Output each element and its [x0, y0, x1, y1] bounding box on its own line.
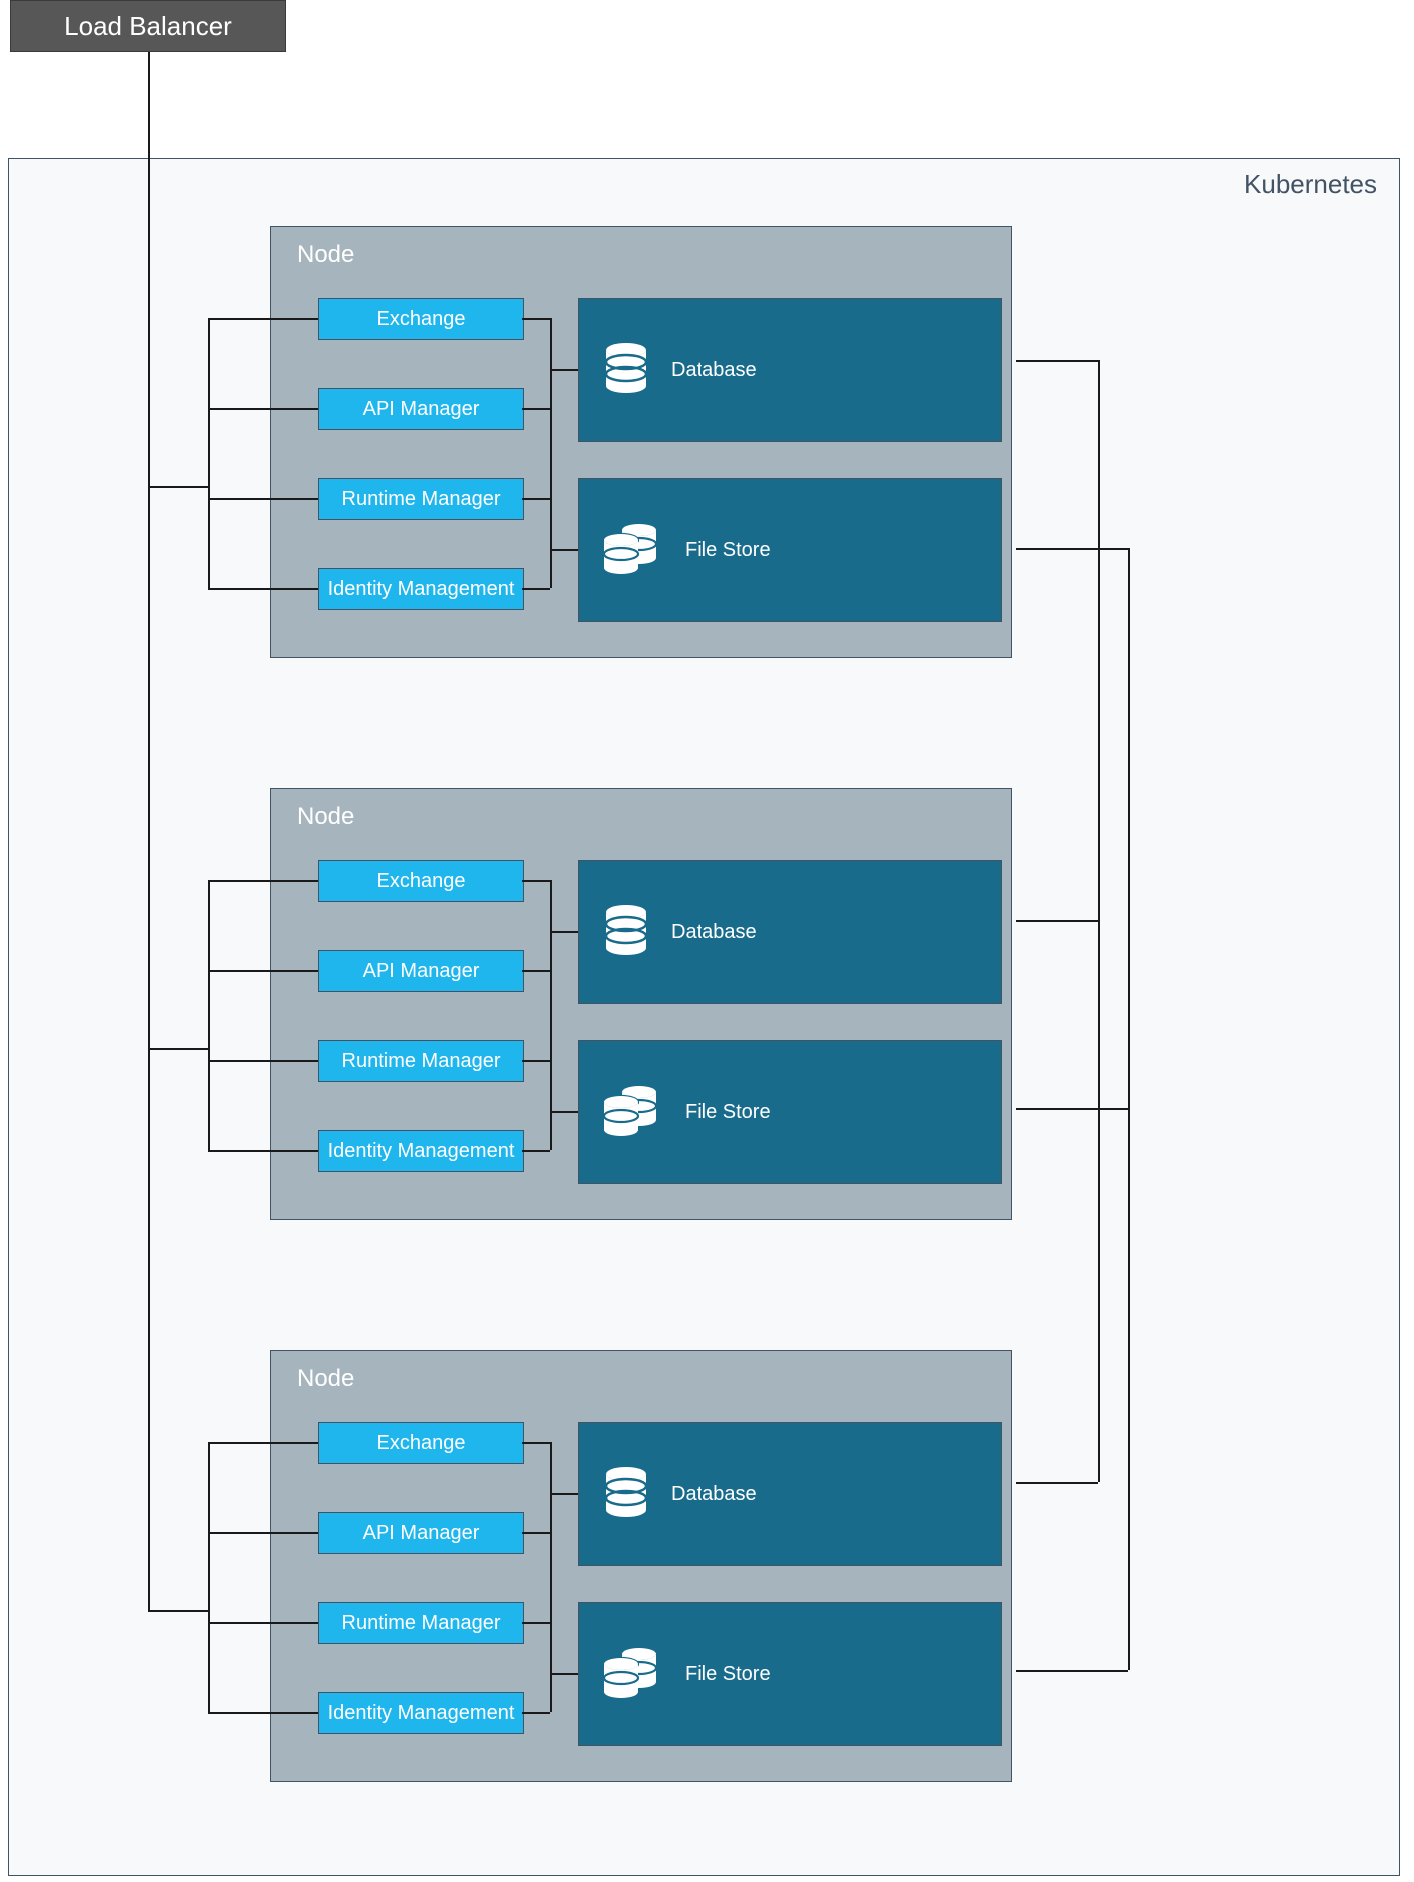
store-label: Database: [671, 1483, 757, 1506]
connector-horizontal: [522, 1712, 550, 1714]
connector-horizontal: [550, 369, 578, 371]
service-label: Runtime Manager: [342, 488, 501, 511]
service-label: Identity Management: [328, 578, 515, 601]
connector-horizontal: [208, 1060, 318, 1062]
connector-horizontal: [208, 318, 318, 320]
service-label: Exchange: [377, 308, 466, 331]
service-box: API Manager: [318, 950, 524, 992]
connector-horizontal: [148, 1048, 208, 1050]
connector-horizontal: [208, 588, 318, 590]
database-icon: [603, 1466, 649, 1522]
connector-vertical: [550, 1442, 552, 1712]
connector-vertical: [1128, 548, 1130, 1670]
service-box: Exchange: [318, 860, 524, 902]
service-label: Runtime Manager: [342, 1050, 501, 1073]
store-label: File Store: [685, 1663, 771, 1686]
service-label: Identity Management: [328, 1140, 515, 1163]
service-label: Exchange: [377, 1432, 466, 1455]
connector-horizontal: [522, 1060, 550, 1062]
connector-horizontal: [550, 1673, 578, 1675]
kubernetes-title: Kubernetes: [1244, 169, 1377, 200]
connector-horizontal: [522, 880, 550, 882]
connector-horizontal: [208, 408, 318, 410]
connector-horizontal: [208, 1622, 318, 1624]
service-box: Identity Management: [318, 568, 524, 610]
service-box: Identity Management: [318, 1692, 524, 1734]
service-box: Runtime Manager: [318, 478, 524, 520]
file-store-box: File Store: [578, 1602, 1002, 1746]
load-balancer-label: Load Balancer: [64, 11, 232, 42]
file-store-icon: [603, 1084, 663, 1140]
service-box: API Manager: [318, 388, 524, 430]
connector-horizontal: [550, 1111, 578, 1113]
file-store-icon: [603, 1646, 663, 1702]
connector-horizontal: [550, 1493, 578, 1495]
connector-horizontal: [208, 880, 318, 882]
connector-horizontal: [522, 1150, 550, 1152]
node-title: Node: [297, 241, 354, 269]
connector-horizontal: [522, 408, 550, 410]
connector-horizontal: [522, 318, 550, 320]
connector-horizontal: [208, 1532, 318, 1534]
file-store-icon: [603, 522, 663, 578]
connector-horizontal: [208, 1150, 318, 1152]
connector-vertical: [208, 880, 210, 1150]
service-label: API Manager: [363, 960, 480, 983]
connector-horizontal: [522, 970, 550, 972]
connector-horizontal: [522, 588, 550, 590]
connector-horizontal: [148, 486, 208, 488]
load-balancer: Load Balancer: [10, 0, 286, 52]
connector-horizontal: [522, 498, 550, 500]
connector-horizontal: [208, 970, 318, 972]
service-label: Runtime Manager: [342, 1612, 501, 1635]
connector-horizontal: [522, 1622, 550, 1624]
service-box: Exchange: [318, 1422, 524, 1464]
service-box: Runtime Manager: [318, 1040, 524, 1082]
store-label: File Store: [685, 1101, 771, 1124]
service-label: API Manager: [363, 398, 480, 421]
connector-horizontal: [550, 549, 578, 551]
service-label: Identity Management: [328, 1702, 515, 1725]
connector-horizontal: [1016, 1482, 1098, 1484]
connector-vertical: [1098, 360, 1100, 1482]
database-box: Database: [578, 298, 1002, 442]
connector-horizontal: [208, 498, 318, 500]
store-label: Database: [671, 921, 757, 944]
connector-horizontal: [550, 931, 578, 933]
connector-horizontal: [208, 1442, 318, 1444]
connector-vertical: [208, 1442, 210, 1712]
service-label: API Manager: [363, 1522, 480, 1545]
database-icon: [603, 342, 649, 398]
connector-horizontal: [1016, 360, 1098, 362]
connector-horizontal: [522, 1442, 550, 1444]
node-title: Node: [297, 803, 354, 831]
file-store-box: File Store: [578, 1040, 1002, 1184]
service-label: Exchange: [377, 870, 466, 893]
connector-vertical: [550, 318, 552, 588]
database-box: Database: [578, 860, 1002, 1004]
connector-vertical: [550, 880, 552, 1150]
store-label: File Store: [685, 539, 771, 562]
node-title: Node: [297, 1365, 354, 1393]
connector-horizontal: [1016, 920, 1098, 922]
connector-vertical: [148, 158, 150, 1610]
store-label: Database: [671, 359, 757, 382]
connector-horizontal: [1016, 1108, 1128, 1110]
database-box: Database: [578, 1422, 1002, 1566]
service-box: Identity Management: [318, 1130, 524, 1172]
database-icon: [603, 904, 649, 960]
connector-horizontal: [1016, 1670, 1128, 1672]
connector-horizontal: [148, 1610, 208, 1612]
service-box: Runtime Manager: [318, 1602, 524, 1644]
connector-horizontal: [522, 1532, 550, 1534]
connector-vertical: [208, 318, 210, 588]
connector-horizontal: [1016, 548, 1128, 550]
file-store-box: File Store: [578, 478, 1002, 622]
service-box: API Manager: [318, 1512, 524, 1554]
connector-horizontal: [208, 1712, 318, 1714]
service-box: Exchange: [318, 298, 524, 340]
